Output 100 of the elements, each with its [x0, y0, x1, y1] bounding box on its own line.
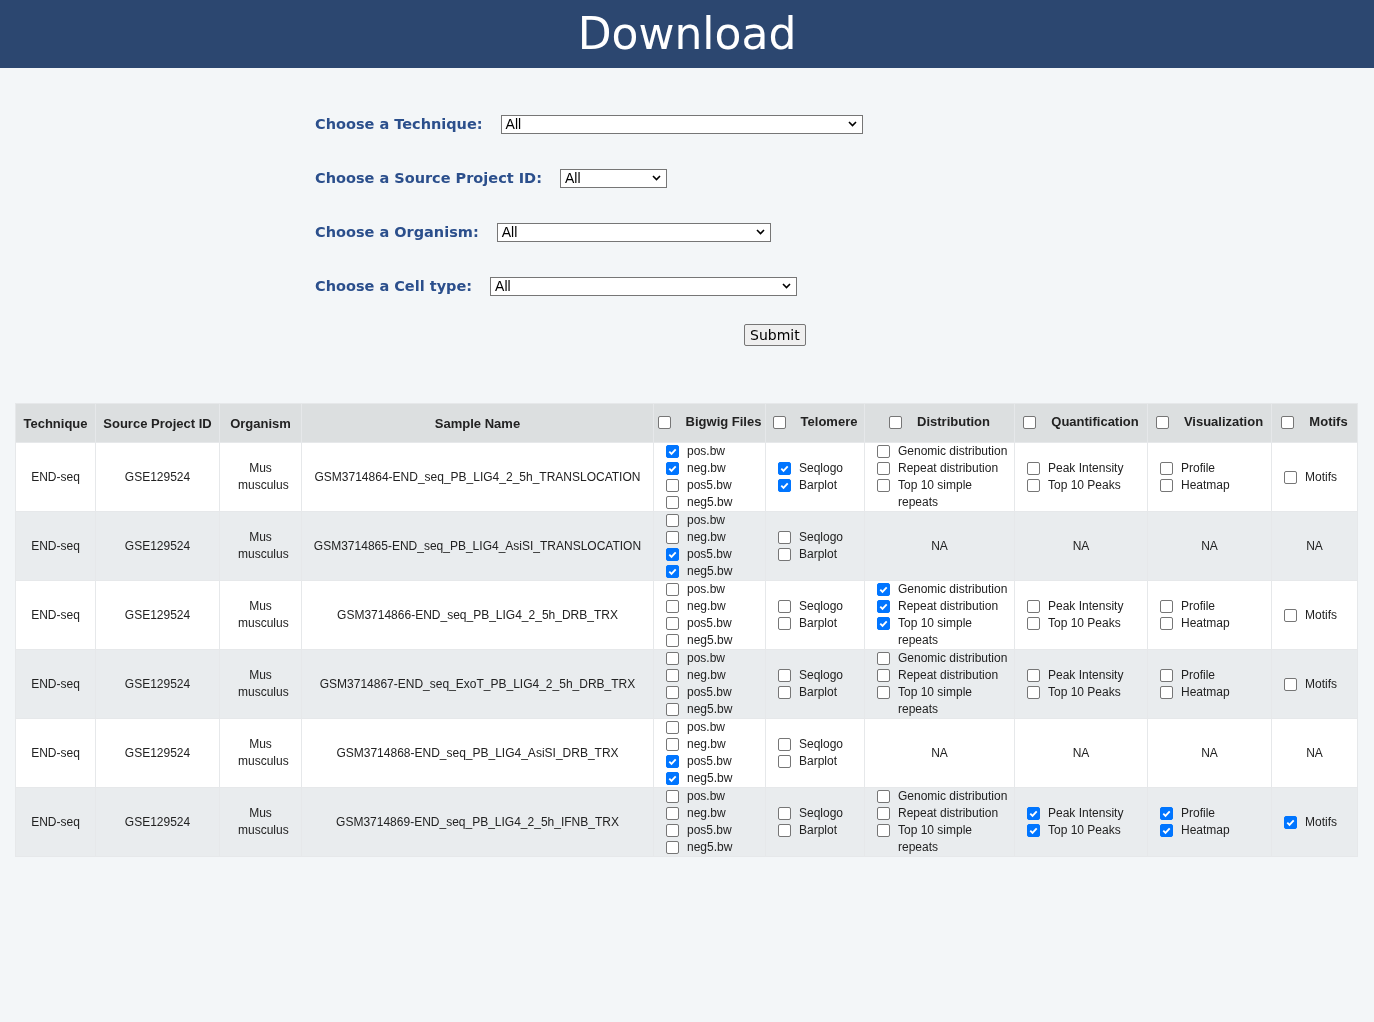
checkbox[interactable] — [1284, 815, 1297, 829]
option-label: neg5.bw — [687, 632, 733, 649]
checkbox[interactable] — [1284, 677, 1297, 691]
checkbox[interactable] — [1160, 669, 1173, 682]
option-label: Repeat distribution — [898, 667, 999, 684]
table-cell: NA — [1201, 538, 1218, 553]
checkbox[interactable] — [877, 583, 890, 596]
checkbox[interactable] — [666, 841, 679, 854]
checkbox[interactable] — [666, 445, 679, 458]
checkbox[interactable] — [666, 583, 679, 596]
dropdown[interactable]: All — [500, 114, 863, 134]
chevron-down-icon — [782, 283, 792, 289]
column-header: Distribution — [917, 414, 990, 429]
checkbox[interactable] — [778, 824, 791, 837]
checkbox[interactable] — [1284, 608, 1297, 622]
checkbox[interactable] — [877, 669, 890, 682]
option-label: Repeat distribution — [898, 460, 999, 477]
checkbox[interactable] — [877, 824, 890, 837]
checkbox[interactable] — [778, 738, 791, 751]
checkbox[interactable] — [877, 617, 890, 630]
select-all-checkbox[interactable] — [1281, 416, 1295, 429]
option-label: Profile — [1181, 805, 1215, 822]
checkbox[interactable] — [666, 652, 679, 665]
checkbox[interactable] — [666, 807, 679, 820]
option-label: pos.bw — [687, 581, 726, 598]
checkbox[interactable] — [877, 600, 890, 613]
checkbox[interactable] — [666, 496, 679, 509]
option-label: neg.bw — [687, 460, 726, 477]
table-cell: Mus musculus — [238, 737, 289, 768]
checkbox[interactable] — [666, 531, 679, 544]
dropdown[interactable]: All — [496, 222, 771, 242]
checkbox[interactable] — [778, 755, 791, 768]
checkbox[interactable] — [1160, 686, 1173, 699]
checkbox[interactable] — [666, 565, 679, 578]
checkbox[interactable] — [666, 755, 679, 768]
submit-button[interactable]: Submit — [744, 324, 806, 346]
table-cell: GSM3714869-END_seq_PB_LIG4_2_5h_IFNB_TRX — [336, 814, 619, 829]
checkbox[interactable] — [666, 462, 679, 475]
checkbox[interactable] — [877, 652, 890, 665]
checkbox[interactable] — [877, 686, 890, 699]
checkbox[interactable] — [1160, 462, 1173, 475]
checkbox[interactable] — [778, 531, 791, 544]
checkbox[interactable] — [778, 686, 791, 699]
checkbox[interactable] — [666, 703, 679, 716]
checkbox[interactable] — [778, 600, 791, 613]
select-all-checkbox[interactable] — [657, 416, 671, 429]
table-cell: END-seq — [31, 814, 80, 829]
checkbox[interactable] — [1027, 479, 1040, 492]
checkbox[interactable] — [778, 462, 791, 475]
checkbox[interactable] — [666, 790, 679, 803]
checkbox[interactable] — [666, 669, 679, 682]
checkbox[interactable] — [666, 721, 679, 734]
checkbox[interactable] — [877, 807, 890, 820]
select-all-checkbox[interactable] — [889, 416, 903, 429]
checkbox[interactable] — [666, 824, 679, 837]
select-all-checkbox[interactable] — [1155, 416, 1169, 429]
checkbox[interactable] — [666, 686, 679, 699]
checkbox[interactable] — [1160, 600, 1173, 613]
checkbox[interactable] — [778, 479, 791, 492]
checkbox[interactable] — [666, 548, 679, 561]
checkbox[interactable] — [778, 669, 791, 682]
checkbox[interactable] — [1027, 600, 1040, 613]
checkbox[interactable] — [1160, 807, 1173, 820]
checkbox[interactable] — [1027, 617, 1040, 630]
dropdown[interactable]: All — [559, 168, 667, 188]
checkbox[interactable] — [666, 514, 679, 527]
checkbox[interactable] — [1284, 470, 1297, 484]
checkbox[interactable] — [666, 634, 679, 647]
checkbox[interactable] — [778, 617, 791, 630]
checkbox[interactable] — [877, 445, 890, 458]
option-label: pos5.bw — [687, 546, 732, 563]
checkbox[interactable] — [666, 617, 679, 630]
checkbox[interactable] — [1027, 824, 1040, 837]
table-cell: NA — [1306, 745, 1323, 760]
checkbox[interactable] — [666, 738, 679, 751]
checkbox[interactable] — [666, 479, 679, 492]
checkbox[interactable] — [778, 807, 791, 820]
table-cell: GSE129524 — [124, 814, 191, 829]
checkbox[interactable] — [877, 462, 890, 475]
checkbox[interactable] — [1160, 824, 1173, 837]
option-label: pos5.bw — [687, 615, 732, 632]
select-all-checkbox[interactable] — [772, 416, 786, 429]
checkbox[interactable] — [1027, 686, 1040, 699]
option-label: neg5.bw — [687, 839, 733, 856]
column-header: Visualization — [1183, 414, 1264, 429]
option-label: pos5.bw — [687, 684, 732, 701]
checkbox[interactable] — [666, 772, 679, 785]
checkbox[interactable] — [877, 479, 890, 492]
checkbox[interactable] — [778, 548, 791, 561]
option-label: neg.bw — [687, 736, 726, 753]
table-cell: END-seq — [31, 745, 80, 760]
checkbox[interactable] — [666, 600, 679, 613]
checkbox[interactable] — [1027, 462, 1040, 475]
checkbox[interactable] — [1027, 807, 1040, 820]
dropdown[interactable]: All — [490, 276, 798, 296]
checkbox[interactable] — [1160, 479, 1173, 492]
checkbox[interactable] — [1027, 669, 1040, 682]
checkbox[interactable] — [1160, 617, 1173, 630]
select-all-checkbox[interactable] — [1023, 416, 1037, 429]
checkbox[interactable] — [877, 790, 890, 803]
